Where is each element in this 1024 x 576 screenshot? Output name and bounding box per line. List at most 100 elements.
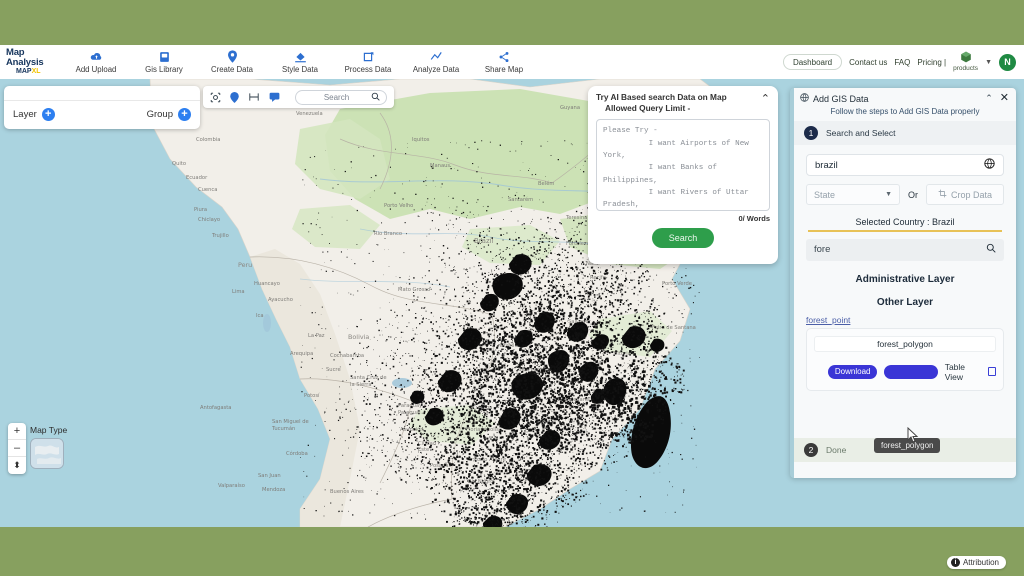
library-icon: [130, 50, 198, 65]
word-count: 0/ Words: [738, 214, 770, 224]
contact-us-link[interactable]: Contact us: [849, 58, 887, 67]
chevron-down-icon[interactable]: ▼: [985, 59, 992, 66]
forest-point-link[interactable]: forest_point: [806, 315, 850, 325]
brand-title: Map Analysis: [6, 47, 44, 69]
dashboard-button[interactable]: Dashboard: [782, 54, 843, 70]
measure-icon[interactable]: [248, 92, 260, 102]
add-layer-plus-icon[interactable]: +: [41, 108, 55, 121]
selected-country-label: Selected Country : Brazil: [855, 217, 955, 227]
download-button[interactable]: Download: [828, 364, 878, 379]
nav-item-add-upload[interactable]: Add Upload: [62, 50, 130, 74]
ai-search-button[interactable]: Search: [652, 228, 714, 249]
ai-panel-title: Try AI Based search Data on Map Allowed …: [596, 92, 761, 114]
map-toolbar: Search: [203, 86, 394, 108]
products-menu[interactable]: products: [953, 51, 978, 73]
table-view-button[interactable]: Table View: [945, 362, 996, 382]
step-2-label: Done: [826, 445, 847, 455]
gis-panel-title: Add GIS Data: [800, 93, 985, 104]
crop-label: Crop Data: [950, 189, 993, 200]
info-icon: i: [950, 558, 960, 567]
zoom-in-button[interactable]: +: [8, 423, 26, 440]
step-1-number: 1: [804, 126, 818, 140]
gis-panel-body: brazil State ▼ Or Crop Data Selected Cou…: [794, 145, 1016, 391]
fullscreen-crosshair-icon[interactable]: [210, 92, 221, 103]
cloud-upload-icon: [62, 50, 130, 65]
zoom-controls: + – ⬍: [8, 423, 26, 474]
layer-label: Layer: [13, 109, 37, 120]
products-cube-icon: [953, 51, 978, 66]
comment-icon[interactable]: [269, 92, 280, 102]
forest-polygon-card: forest_polygon Download Table View: [806, 327, 1004, 391]
attribution-button[interactable]: i Attribution: [946, 556, 1006, 569]
globe-grid-icon: [800, 93, 809, 104]
marker-pin-icon[interactable]: [230, 91, 239, 103]
forest-polygon-name: forest_polygon: [814, 335, 996, 352]
close-icon[interactable]: ✕: [1000, 93, 1009, 104]
brand-logo[interactable]: Map Analysis MAPXL: [0, 48, 62, 75]
map-search-input[interactable]: Search: [295, 88, 387, 106]
chevron-up-icon[interactable]: ⌃: [761, 92, 770, 105]
nav-item-style-data[interactable]: Style Data: [266, 50, 334, 74]
products-label: products: [953, 65, 979, 73]
nav-item-gis-library[interactable]: Gis Library: [130, 50, 198, 74]
ai-panel-header: Try AI Based search Data on Map Allowed …: [596, 92, 770, 114]
forest-polygon-actions: Download Table View: [814, 362, 996, 382]
map-type-thumbnail[interactable]: [30, 438, 64, 469]
ai-query-textarea[interactable]: Please Try - I want Airports of New York…: [596, 119, 770, 212]
map-pin-icon: [198, 50, 266, 65]
layer-panel-header: [4, 86, 200, 101]
analyze-icon: [402, 50, 470, 65]
layer-search-input[interactable]: fore: [806, 238, 1004, 261]
state-or-crop-row: State ▼ Or Crop Data: [806, 184, 1004, 205]
add-gis-data-panel: Add GIS Data ⌃ ✕ Follow the steps to Add…: [790, 88, 1016, 478]
share-icon: [470, 50, 538, 65]
crop-data-button[interactable]: Crop Data: [926, 184, 1004, 205]
nav-items: Add Upload Gis Library Create Data Style…: [62, 50, 538, 74]
nav-label: Share Map: [484, 65, 524, 75]
nav-item-create-data[interactable]: Create Data: [198, 50, 266, 74]
group-label: Group: [146, 109, 173, 120]
pricing-link[interactable]: Pricing |: [917, 58, 946, 67]
globe-icon[interactable]: [984, 158, 995, 172]
other-layer-heading[interactable]: Other Layer: [806, 297, 1004, 308]
add-group-plus-icon[interactable]: +: [178, 108, 191, 121]
chevron-down-icon: ▼: [885, 191, 892, 198]
state-placeholder: State: [814, 189, 836, 200]
country-search-input[interactable]: brazil: [806, 154, 1004, 176]
nav-item-analyze-data[interactable]: Analyze Data: [402, 50, 470, 74]
add-group-control[interactable]: Group +: [147, 108, 191, 121]
mouse-cursor: [906, 426, 919, 449]
search-icon[interactable]: [371, 88, 380, 106]
table-view-label: Table View: [944, 361, 966, 382]
brand-subtitle: MAPXL: [16, 68, 41, 76]
step-1-label: Search and Select: [826, 128, 896, 138]
nav-item-process-data[interactable]: Process Data: [334, 50, 402, 74]
nav-label: Gis Library: [145, 65, 183, 75]
nav-item-share-map[interactable]: Share Map: [470, 50, 538, 74]
zoom-out-button[interactable]: –: [8, 440, 26, 457]
forest-point-link-row: forest_point: [806, 308, 1004, 325]
or-label: Or: [908, 189, 918, 200]
step-2-number: 2: [804, 443, 818, 457]
state-select[interactable]: State ▼: [806, 184, 900, 205]
top-navbar: Map Analysis MAPXL Add Upload Gis Librar…: [0, 45, 1024, 79]
app-root: BogotáColombia QuitoEcuador Cuenca Piura…: [0, 0, 1024, 576]
layer-search-value: fore: [814, 244, 831, 255]
chevron-up-icon[interactable]: ⌃: [985, 93, 993, 104]
compass-button[interactable]: ⬍: [8, 457, 26, 474]
layer-group-panel: Layer + Group +: [4, 86, 200, 129]
ai-title-line1: Try AI Based search Data on Map: [596, 92, 727, 102]
search-icon[interactable]: [986, 243, 996, 256]
nav-label: Create Data: [210, 65, 254, 75]
style-paint-icon: [266, 50, 334, 65]
faq-link[interactable]: FAQ: [894, 58, 910, 67]
attribution-label: Attribution: [962, 558, 999, 567]
add-layer-button[interactable]: [884, 364, 938, 379]
add-layer-control[interactable]: Layer +: [13, 108, 55, 121]
layer-panel-actions: Layer + Group +: [4, 101, 200, 128]
nav-label: Analyze Data: [412, 65, 460, 75]
nav-label: Add Upload: [75, 65, 117, 75]
nav-label: Style Data: [282, 65, 318, 75]
avatar[interactable]: N: [999, 53, 1016, 71]
administrative-layer-heading[interactable]: Administrative Layer: [806, 274, 1004, 285]
